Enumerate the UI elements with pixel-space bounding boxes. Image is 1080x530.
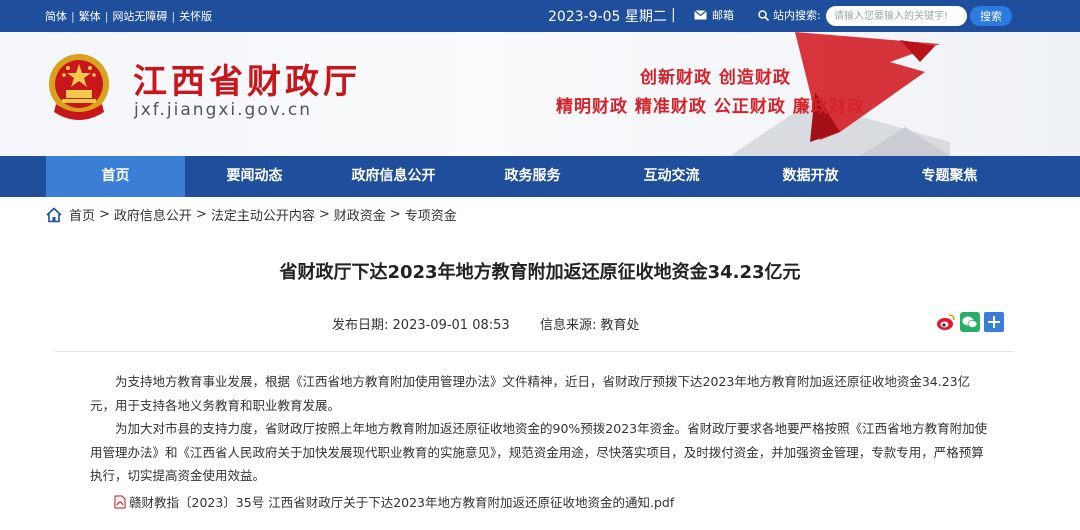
search-icon bbox=[758, 9, 769, 21]
main-nav: 首页 要闻动态 政府信息公开 政务服务 互动交流 数据开放 专题聚焦 bbox=[0, 156, 1080, 197]
article-paragraph-1: 为支持地方教育事业发展，根据《江西省地方教育附加使用管理办法》文件精神，近日，省… bbox=[90, 374, 971, 413]
article-meta: 发布日期: 2023-09-01 08:53 信息来源: 教育处 bbox=[332, 314, 640, 333]
breadcrumb-separator: > bbox=[195, 207, 207, 222]
search-button[interactable]: 搜索 bbox=[970, 6, 1012, 26]
breadcrumb: 首页 > 政府信息公开 > 法定主动公开内容 > 财政资金 > 专项资金 bbox=[45, 205, 457, 224]
breadcrumb-finance-funds[interactable]: 财政资金 bbox=[334, 205, 386, 224]
nav-item-gov-info[interactable]: 政府信息公开 bbox=[324, 156, 463, 197]
mail-link[interactable]: 邮箱 bbox=[694, 7, 734, 23]
nav-item-interaction[interactable]: 互动交流 bbox=[602, 156, 741, 197]
attachment-name: 赣财教指〔2023〕35号 江西省财政厅关于下达2023年地方教育附加返还原征收… bbox=[129, 495, 675, 510]
search-input[interactable] bbox=[826, 6, 967, 26]
mail-icon bbox=[694, 10, 707, 20]
link-simplified[interactable]: 简体 bbox=[45, 8, 67, 24]
divider: | bbox=[104, 9, 109, 23]
nav-item-services[interactable]: 政务服务 bbox=[463, 156, 602, 197]
breadcrumb-special-funds[interactable]: 专项资金 bbox=[405, 205, 457, 224]
link-accessibility[interactable]: 网站无障碍 bbox=[112, 8, 167, 24]
top-utility-bar: 简体 | 繁体 | 网站无障碍 | 关怀版 2023-9-05 星期二 | 邮箱… bbox=[0, 0, 1080, 32]
article-title: 省财政厅下达2023年地方教育附加返还原征收地资金34.23亿元 bbox=[279, 262, 801, 283]
breadcrumb-gov-info[interactable]: 政府信息公开 bbox=[114, 205, 192, 224]
site-search-label: 站内搜索: bbox=[758, 7, 821, 23]
breadcrumb-separator: > bbox=[318, 207, 330, 222]
link-traditional[interactable]: 繁体 bbox=[79, 8, 101, 24]
article-body: 为支持地方教育事业发展，根据《江西省地方教育附加使用管理办法》文件精神，近日，省… bbox=[90, 370, 990, 488]
current-date: 2023-9-05 星期二 bbox=[548, 9, 667, 25]
search-label-text: 站内搜索: bbox=[773, 9, 821, 22]
share-buttons bbox=[936, 312, 1004, 332]
divider: | bbox=[171, 9, 176, 23]
mail-label: 邮箱 bbox=[712, 9, 734, 22]
language-links: 简体 | 繁体 | 网站无障碍 | 关怀版 bbox=[45, 8, 212, 24]
national-emblem-icon[interactable] bbox=[46, 52, 112, 122]
slogan-line-2: 精明财政 精准财政 公正财政 廉政财政 bbox=[556, 97, 865, 117]
nav-item-open-data[interactable]: 数据开放 bbox=[741, 156, 880, 197]
breadcrumb-separator: > bbox=[99, 207, 110, 222]
wechat-share-icon[interactable] bbox=[960, 312, 980, 332]
breadcrumb-separator: > bbox=[389, 207, 401, 222]
link-care-mode[interactable]: 关怀版 bbox=[179, 8, 212, 24]
breadcrumb-statutory[interactable]: 法定主动公开内容 bbox=[211, 205, 315, 224]
nav-item-home[interactable]: 首页 bbox=[46, 156, 185, 197]
breadcrumb-home[interactable]: 首页 bbox=[69, 205, 95, 224]
nav-item-topics[interactable]: 专题聚焦 bbox=[880, 156, 1019, 197]
more-share-icon[interactable] bbox=[984, 312, 1004, 332]
publish-label: 发布日期: bbox=[332, 318, 389, 333]
publish-date: 2023-09-01 08:53 bbox=[392, 318, 510, 333]
header-banner: 江西省财政厅 jxf.jiangxi.gov.cn 创新财政 创造财政 精明财政… bbox=[0, 32, 1080, 156]
site-domain: jxf.jiangxi.gov.cn bbox=[134, 100, 313, 120]
home-icon[interactable] bbox=[45, 206, 63, 223]
divider: | bbox=[71, 9, 75, 23]
source-label: 信息来源: bbox=[539, 318, 597, 333]
divider: | bbox=[671, 7, 676, 23]
pdf-icon bbox=[114, 495, 126, 508]
divider bbox=[55, 351, 1013, 352]
slogan-line-1: 创新财政 创造财政 bbox=[640, 68, 791, 88]
nav-item-news[interactable]: 要闻动态 bbox=[185, 156, 324, 197]
weibo-share-icon[interactable] bbox=[936, 312, 956, 332]
site-title[interactable]: 江西省财政厅 bbox=[133, 54, 361, 103]
source-value: 教育处 bbox=[600, 318, 640, 333]
attachment-link[interactable]: 赣财教指〔2023〕35号 江西省财政厅关于下达2023年地方教育附加返还原征收… bbox=[114, 492, 674, 511]
article-paragraph-2: 为加大对市县的支持力度，省财政厅按照上年地方教育附加返还原征收地资金的90%预拨… bbox=[90, 421, 988, 483]
